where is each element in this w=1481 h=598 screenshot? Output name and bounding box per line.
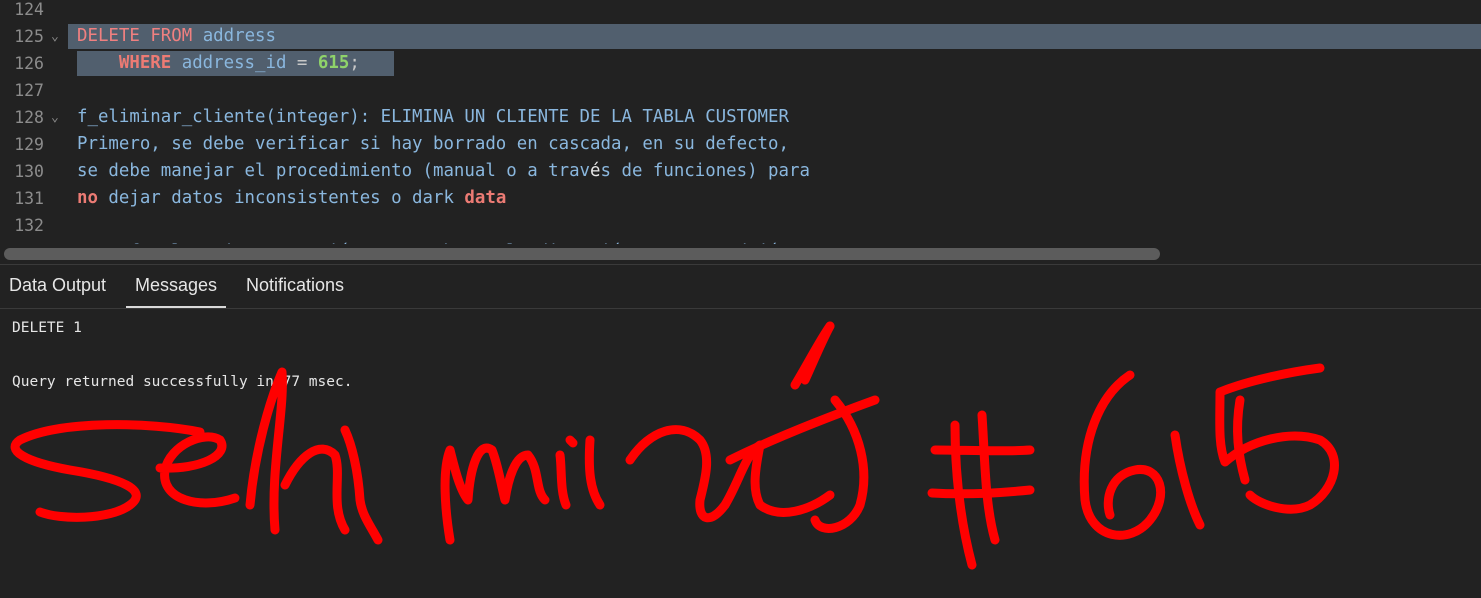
message-status: DELETE 1 (12, 320, 82, 336)
line-number: 130 (14, 162, 44, 181)
code-text: f_eliminar_cliente(integer): ELIMINA UN … (77, 104, 789, 131)
code-token: é (590, 161, 601, 181)
code-line[interactable]: 126 WHERE address_id = 615; (0, 50, 1481, 77)
code-line[interactable]: 124 (0, 0, 1481, 23)
code-token: no (77, 188, 98, 208)
line-number: 127 (14, 81, 44, 100)
code-token: address (202, 26, 276, 46)
code-token: FROM (150, 26, 193, 46)
results-panel: Data Output Messages Notifications DELET… (0, 264, 1481, 598)
line-number: 126 (14, 54, 44, 73)
code-text: WHERE address_id = 615; (77, 50, 360, 77)
code-text: Primero, se debe verificar si hay borrad… (77, 131, 789, 158)
code-line[interactable]: 131 no dejar datos inconsistentes o dark … (0, 185, 1481, 212)
code-line[interactable]: 128 ⌄ f_eliminar_cliente(integer): ELIMINA… (0, 104, 1481, 131)
tab-notifications[interactable]: Notifications (237, 265, 353, 306)
code-text: se debe manejar el procedimiento (manual… (77, 158, 810, 185)
code-text: DELETE FROM address (77, 23, 276, 50)
line-number: 125 (14, 27, 44, 46)
line-number: 129 (14, 135, 44, 154)
line-number: 128 (14, 108, 44, 127)
code-token: dejar datos inconsistentes o dark (97, 188, 465, 208)
code-token: se debe manejar el procedimiento (manual… (77, 161, 591, 181)
code-token: f_eliminar_cliente(integer): ELIMINA UN … (77, 107, 789, 127)
scrollbar-thumb[interactable] (4, 248, 1160, 260)
message-query-result: Query returned successfully in 77 msec. (12, 374, 353, 390)
code-token: address_id (181, 53, 287, 73)
code-token: ; (349, 53, 360, 73)
fold-chevron-icon[interactable]: ⌄ (51, 23, 59, 50)
code-token: s de funciones) para (600, 161, 810, 181)
query-tool-window: 124 125 ⌄ DELETE FROM address 126 WHERE addr… (0, 0, 1481, 598)
code-token: WHERE (118, 53, 172, 73)
line-number: 132 (14, 216, 44, 235)
tab-data-output[interactable]: Data Output (0, 265, 115, 306)
tab-messages[interactable]: Messages (126, 265, 227, 308)
editor-horizontal-scrollbar[interactable] (0, 244, 1481, 264)
fold-chevron-icon[interactable]: ⌄ (51, 104, 59, 131)
code-token: data (464, 188, 507, 208)
code-line[interactable]: 127 (0, 77, 1481, 104)
code-token: = (296, 53, 308, 73)
code-token: Primero, se debe verificar si hay borrad… (77, 134, 789, 154)
sql-editor[interactable]: 124 125 ⌄ DELETE FROM address 126 WHERE addr… (0, 0, 1481, 244)
code-line[interactable]: 125 ⌄ DELETE FROM address (0, 23, 1481, 50)
line-number: 131 (14, 189, 44, 208)
code-line[interactable]: 129 Primero, se debe verificar si hay bor… (0, 131, 1481, 158)
line-number: 124 (14, 0, 44, 19)
code-token: 615 (317, 53, 350, 73)
code-text: no dejar datos inconsistentes o dark dat… (77, 185, 506, 212)
code-line[interactable]: 132 (0, 212, 1481, 239)
results-tabs: Data Output Messages Notifications (0, 265, 1481, 309)
code-line[interactable]: 130 se debe manejar el procedimiento (man… (0, 158, 1481, 185)
code-token: DELETE (77, 26, 140, 46)
